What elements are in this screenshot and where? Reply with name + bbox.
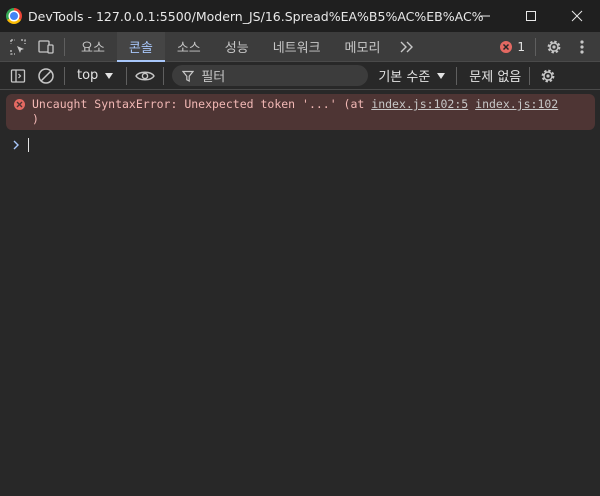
filter-input[interactable]: 필터 xyxy=(172,65,369,86)
close-icon xyxy=(571,10,583,22)
context-label: top xyxy=(77,68,99,83)
panel-tab-bar: 요소 콘솔 소스 성능 네트워크 메모리 1 xyxy=(0,32,600,62)
device-toolbar-button[interactable] xyxy=(32,32,60,61)
maximize-icon xyxy=(526,11,536,21)
title-bar: DevTools - 127.0.0.1:5500/Modern_JS/16.S… xyxy=(0,0,600,32)
tab-label: 메모리 xyxy=(344,41,381,56)
window-controls xyxy=(462,0,600,32)
toolbar-divider xyxy=(535,37,536,56)
source-link[interactable]: index.js:102 xyxy=(475,97,558,111)
clear-console-button[interactable] xyxy=(32,61,60,90)
minimize-icon xyxy=(480,15,490,17)
more-options-button[interactable] xyxy=(568,32,596,61)
toolbar-divider xyxy=(64,66,65,85)
tab-label: 콘솔 xyxy=(128,41,153,56)
sidebar-icon xyxy=(10,68,26,83)
source-link[interactable]: index.js:102:5 xyxy=(371,97,468,111)
filter-placeholder: 필터 xyxy=(201,70,226,85)
tab-performance[interactable]: 성능 xyxy=(213,32,261,61)
log-levels-label: 기본 수준 xyxy=(378,70,431,85)
live-expression-button[interactable] xyxy=(131,61,159,90)
show-sidebar-button[interactable] xyxy=(4,61,32,90)
inspect-element-button[interactable] xyxy=(4,32,32,61)
settings-button[interactable] xyxy=(540,32,568,61)
error-text: Uncaught SyntaxError: Unexpected token '… xyxy=(32,97,372,111)
error-closing: ) xyxy=(32,112,39,126)
chrome-icon xyxy=(6,8,22,24)
tab-label: 소스 xyxy=(176,41,201,56)
issues-button[interactable]: 문제 없음 xyxy=(469,66,521,85)
maximize-button[interactable] xyxy=(508,0,554,32)
tab-label: 네트워크 xyxy=(272,41,321,56)
error-count-badge[interactable]: 1 xyxy=(500,40,525,54)
inspect-element-icon xyxy=(10,38,26,55)
toolbar-divider xyxy=(64,37,65,56)
error-icon xyxy=(500,40,513,53)
console-prompt[interactable] xyxy=(12,138,29,152)
toolbar-divider xyxy=(529,66,531,85)
tab-sources[interactable]: 소스 xyxy=(165,32,213,61)
tab-label: 성능 xyxy=(224,41,249,56)
close-button[interactable] xyxy=(554,0,600,32)
console-settings-button[interactable] xyxy=(534,61,562,90)
tab-elements[interactable]: 요소 xyxy=(69,32,117,61)
tab-memory[interactable]: 메모리 xyxy=(333,32,393,61)
double-chevron-right-icon xyxy=(400,41,414,52)
gear-icon xyxy=(541,69,555,82)
toolbar-divider xyxy=(456,66,458,85)
chevron-right-icon xyxy=(13,140,19,150)
window-title: DevTools - 127.0.0.1:5500/Modern_JS/16.S… xyxy=(28,8,483,24)
console-toolbar: top 필터 기본 수준 문제 없음 xyxy=(0,62,600,90)
console-error-message: Uncaught SyntaxError: Unexpected token '… xyxy=(6,94,595,130)
eye-icon xyxy=(135,71,156,80)
device-toolbar-icon xyxy=(38,39,54,54)
block-icon xyxy=(38,67,54,84)
minimize-button[interactable] xyxy=(462,0,508,32)
more-tabs-button[interactable] xyxy=(392,32,420,61)
devtools-window: DevTools - 127.0.0.1:5500/Modern_JS/16.S… xyxy=(0,0,600,496)
text-cursor xyxy=(28,138,29,152)
context-selector[interactable]: top xyxy=(69,68,122,83)
filter-icon xyxy=(182,70,195,82)
toolbar-divider xyxy=(163,66,165,85)
error-count: 1 xyxy=(517,39,525,54)
toolbar-divider xyxy=(126,66,128,85)
error-icon xyxy=(14,99,25,110)
caret-down-icon xyxy=(437,72,446,79)
tab-console[interactable]: 콘솔 xyxy=(116,32,165,62)
caret-down-icon xyxy=(105,72,114,79)
gear-icon xyxy=(547,40,561,53)
tab-label: 요소 xyxy=(81,41,105,56)
log-levels-dropdown[interactable]: 기본 수준 xyxy=(378,66,446,85)
tab-network[interactable]: 네트워크 xyxy=(261,32,333,61)
kebab-menu-icon xyxy=(580,39,584,54)
